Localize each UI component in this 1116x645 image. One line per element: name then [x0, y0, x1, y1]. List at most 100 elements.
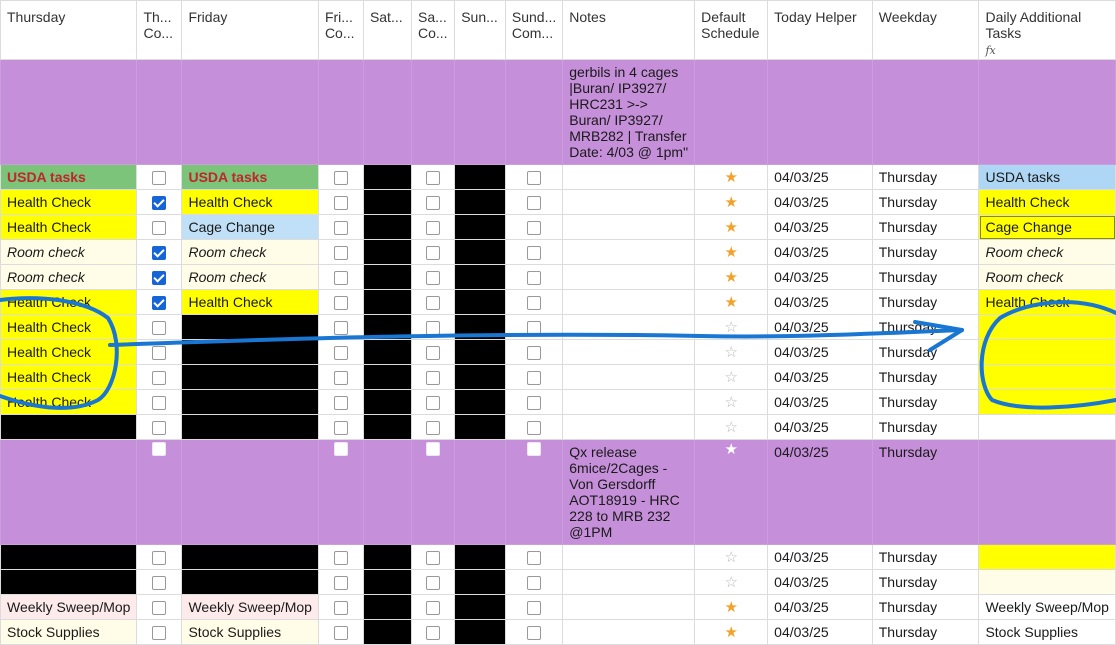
star-icon[interactable]: ★ — [724, 599, 737, 616]
thursday-complete-checkbox[interactable] — [136, 239, 183, 265]
default-schedule-cell[interactable]: ★ — [694, 239, 769, 265]
friday-cell[interactable] — [181, 544, 319, 570]
today-helper-cell[interactable]: 04/03/25 — [767, 289, 873, 315]
default-schedule-cell[interactable]: ☆ — [694, 314, 769, 340]
star-icon[interactable]: ☆ — [724, 419, 737, 436]
col-header-thursday-complete[interactable]: Th... Co... — [136, 0, 183, 60]
checkbox[interactable] — [426, 626, 441, 641]
checkbox[interactable] — [152, 626, 167, 641]
default-schedule-cell[interactable]: ★ — [694, 619, 769, 645]
checkbox[interactable] — [152, 296, 167, 311]
checkbox[interactable] — [333, 442, 348, 457]
checkbox[interactable] — [426, 246, 441, 261]
daily-additional-tasks-cell[interactable] — [978, 439, 1116, 545]
col-header-friday-complete[interactable]: Fri... Co... — [317, 0, 364, 60]
checkbox[interactable] — [152, 171, 167, 186]
friday-complete-checkbox[interactable] — [317, 239, 364, 265]
checkbox[interactable] — [426, 171, 441, 186]
weekday-cell[interactable]: Thursday — [871, 569, 980, 595]
star-icon[interactable]: ★ — [724, 169, 737, 186]
today-helper-cell[interactable]: 04/03/25 — [767, 389, 873, 415]
notes-cell[interactable] — [562, 544, 696, 570]
daily-additional-tasks-cell[interactable] — [978, 59, 1116, 165]
friday-complete-checkbox[interactable] — [317, 314, 364, 340]
saturday-complete-checkbox[interactable] — [410, 239, 456, 265]
weekday-cell[interactable]: Thursday — [871, 239, 980, 265]
col-header-default-schedule[interactable]: Default Schedule — [694, 0, 769, 60]
thursday-cell[interactable] — [0, 59, 138, 165]
weekday-cell[interactable]: Thursday — [871, 289, 980, 315]
notes-cell[interactable] — [562, 289, 696, 315]
friday-complete-checkbox[interactable] — [317, 619, 364, 645]
sunday-complete-checkbox[interactable] — [504, 364, 564, 390]
weekday-cell[interactable]: Thursday — [871, 544, 980, 570]
checkbox[interactable] — [426, 346, 441, 361]
sunday-cell[interactable] — [454, 544, 506, 570]
notes-cell[interactable] — [562, 239, 696, 265]
sunday-cell[interactable] — [454, 439, 506, 545]
friday-complete-checkbox[interactable] — [317, 439, 364, 545]
checkbox[interactable] — [527, 196, 542, 211]
checkbox[interactable] — [527, 576, 542, 591]
star-icon[interactable]: ☆ — [724, 549, 737, 566]
default-schedule-cell[interactable]: ☆ — [694, 544, 769, 570]
sunday-cell[interactable] — [454, 389, 506, 415]
notes-cell[interactable] — [562, 189, 696, 215]
sunday-cell[interactable] — [454, 59, 506, 165]
friday-cell[interactable]: Stock Supplies — [181, 619, 319, 645]
friday-complete-checkbox[interactable] — [317, 339, 364, 365]
saturday-cell[interactable] — [362, 569, 413, 595]
friday-cell[interactable] — [181, 569, 319, 595]
sunday-cell[interactable] — [454, 569, 506, 595]
saturday-cell[interactable] — [362, 364, 413, 390]
default-schedule-cell[interactable]: ★ — [694, 289, 769, 315]
star-icon[interactable]: ☆ — [724, 319, 737, 336]
friday-complete-checkbox[interactable] — [317, 289, 364, 315]
friday-complete-checkbox[interactable] — [317, 189, 364, 215]
notes-cell[interactable] — [562, 339, 696, 365]
friday-complete-checkbox[interactable] — [317, 364, 364, 390]
saturday-complete-checkbox[interactable] — [410, 164, 456, 190]
friday-cell[interactable]: Room check — [181, 264, 319, 290]
saturday-complete-checkbox[interactable] — [410, 289, 456, 315]
checkbox[interactable] — [152, 271, 167, 286]
thursday-complete-cell[interactable] — [136, 59, 183, 165]
daily-additional-tasks-cell[interactable]: Room check — [978, 264, 1116, 290]
checkbox[interactable] — [152, 221, 167, 236]
star-icon[interactable]: ☆ — [724, 369, 737, 386]
star-icon[interactable]: ★ — [724, 269, 737, 286]
checkbox[interactable] — [333, 371, 348, 386]
thursday-complete-checkbox[interactable] — [136, 189, 183, 215]
thursday-cell[interactable]: Health Check — [0, 289, 138, 315]
saturday-complete-checkbox[interactable] — [410, 619, 456, 645]
checkbox[interactable] — [152, 551, 167, 566]
sunday-complete-checkbox[interactable] — [504, 289, 564, 315]
checkbox[interactable] — [152, 321, 167, 336]
thursday-complete-checkbox[interactable] — [136, 594, 183, 620]
checkbox[interactable] — [527, 321, 542, 336]
checkbox[interactable] — [333, 321, 348, 336]
notes-cell[interactable] — [562, 214, 696, 240]
checkbox[interactable] — [426, 576, 441, 591]
saturday-cell[interactable] — [362, 414, 413, 440]
checkbox[interactable] — [333, 171, 348, 186]
weekday-cell[interactable] — [871, 59, 980, 165]
daily-additional-tasks-cell[interactable] — [978, 569, 1116, 595]
today-helper-cell[interactable]: 04/03/25 — [767, 439, 873, 545]
sunday-complete-checkbox[interactable] — [504, 214, 564, 240]
thursday-cell[interactable]: Room check — [0, 264, 138, 290]
today-helper-cell[interactable]: 04/03/25 — [767, 264, 873, 290]
friday-cell[interactable]: Weekly Sweep/Mop — [181, 594, 319, 620]
thursday-cell[interactable]: Health Check — [0, 314, 138, 340]
star-icon[interactable]: ★ — [724, 624, 737, 641]
saturday-complete-checkbox[interactable] — [410, 594, 456, 620]
saturday-cell[interactable] — [362, 594, 413, 620]
saturday-complete-checkbox[interactable] — [410, 314, 456, 340]
star-icon[interactable]: ★ — [724, 219, 737, 236]
weekday-cell[interactable]: Thursday — [871, 339, 980, 365]
friday-cell[interactable] — [181, 439, 319, 545]
friday-cell[interactable] — [181, 339, 319, 365]
checkbox[interactable] — [333, 221, 348, 236]
weekday-cell[interactable]: Thursday — [871, 164, 980, 190]
friday-cell[interactable]: Health Check — [181, 289, 319, 315]
